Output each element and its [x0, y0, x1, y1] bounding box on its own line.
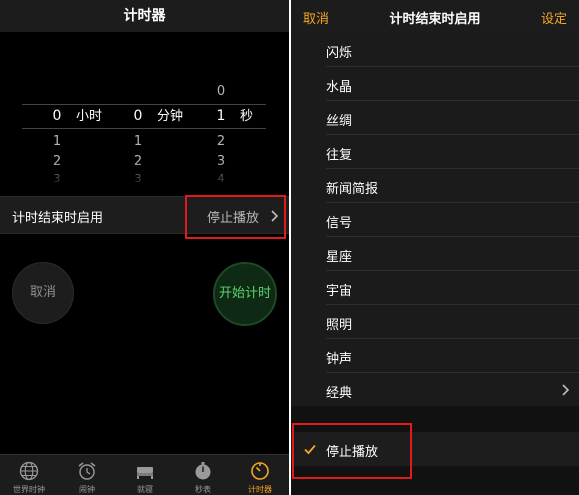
seconds-unit: 秒 [240, 109, 254, 124]
tab-stopwatch[interactable]: 秒表 [174, 455, 232, 495]
seconds-option[interactable]: 2 [204, 134, 238, 149]
sound-item-label: 水晶 [326, 80, 353, 95]
sound-item-label: 钟声 [326, 352, 353, 367]
tab-alarm[interactable]: 闹钟 [58, 455, 116, 495]
tab-label: 秒表 [195, 485, 211, 494]
sound-item-label: 宇宙 [326, 284, 353, 299]
sound-item[interactable]: 往复 [291, 135, 579, 169]
sound-item-label: 往复 [326, 148, 353, 163]
sound-item[interactable]: 照明 [291, 305, 579, 339]
globe-icon [19, 461, 39, 481]
tab-bedtime[interactable]: 就寝 [116, 455, 174, 495]
page-title: 计时器 [0, 0, 289, 32]
sound-item[interactable]: 宇宙 [291, 271, 579, 305]
timer-screen: 计时器 0 小时 1 2 3 0 分钟 1 2 3 0 1 秒 2 3 4 计时… [0, 0, 289, 495]
tab-timer[interactable]: 计时器 [231, 455, 289, 495]
stopwatch-icon [195, 462, 211, 480]
sound-item[interactable]: 闪烁 [291, 33, 579, 67]
sound-item[interactable]: 丝绸 [291, 101, 579, 135]
chevron-right-icon [562, 384, 570, 396]
tab-label: 就寝 [137, 485, 153, 494]
sound-item-label: 照明 [326, 318, 353, 333]
sound-item[interactable]: 新闻简报 [291, 169, 579, 203]
minutes-option[interactable]: 1 [121, 134, 155, 149]
set-button[interactable]: 设定 [541, 8, 567, 27]
hours-selected: 0 [52, 108, 62, 124]
sound-item-label: 新闻简报 [326, 182, 379, 197]
hours-unit: 小时 [76, 109, 103, 124]
when-timer-ends-screen: 取消 计时结束时启用 设定 闪烁 水晶 丝绸 往复 新闻简报 信号 星座 宇宙 … [291, 0, 579, 495]
sound-item-label: 信号 [326, 216, 353, 231]
highlight-box [185, 195, 286, 239]
minutes-selected: 0 [133, 108, 143, 124]
minutes-unit: 分钟 [157, 109, 184, 124]
bed-icon [137, 467, 153, 479]
tab-label: 计时器 [248, 485, 272, 494]
tab-label: 闹钟 [79, 485, 95, 494]
highlight-box [292, 423, 412, 479]
page-title: 计时结束时启用 [389, 12, 481, 27]
picker-fade [0, 160, 289, 190]
sound-item-label: 星座 [326, 250, 353, 265]
tab-label: 世界时钟 [13, 485, 45, 494]
timer-icon [251, 462, 269, 480]
alarm-clock-icon [78, 462, 96, 480]
seconds-selected: 1 [216, 108, 226, 124]
sound-item-label: 闪烁 [326, 46, 353, 61]
cancel-button[interactable]: 取消 [12, 262, 74, 324]
sound-item-classic[interactable]: 经典 [291, 373, 579, 407]
start-timer-button[interactable]: 开始计时 [213, 262, 277, 326]
tab-world-clock[interactable]: 世界时钟 [0, 455, 58, 495]
sound-item[interactable]: 星座 [291, 237, 579, 271]
tab-bar: 世界时钟 闹钟 就寝 秒表 计时器 [0, 454, 289, 495]
when-timer-ends-label: 计时结束时启用 [12, 211, 104, 226]
sound-item[interactable]: 水晶 [291, 67, 579, 101]
hours-option[interactable]: 1 [40, 134, 74, 149]
sound-item-label: 丝绸 [326, 114, 353, 129]
sound-item[interactable]: 钟声 [291, 339, 579, 373]
seconds-option[interactable]: 0 [204, 84, 238, 99]
sound-item-label: 经典 [326, 386, 353, 401]
nav-bar: 取消 计时结束时启用 设定 [291, 0, 579, 32]
sound-item[interactable]: 信号 [291, 203, 579, 237]
